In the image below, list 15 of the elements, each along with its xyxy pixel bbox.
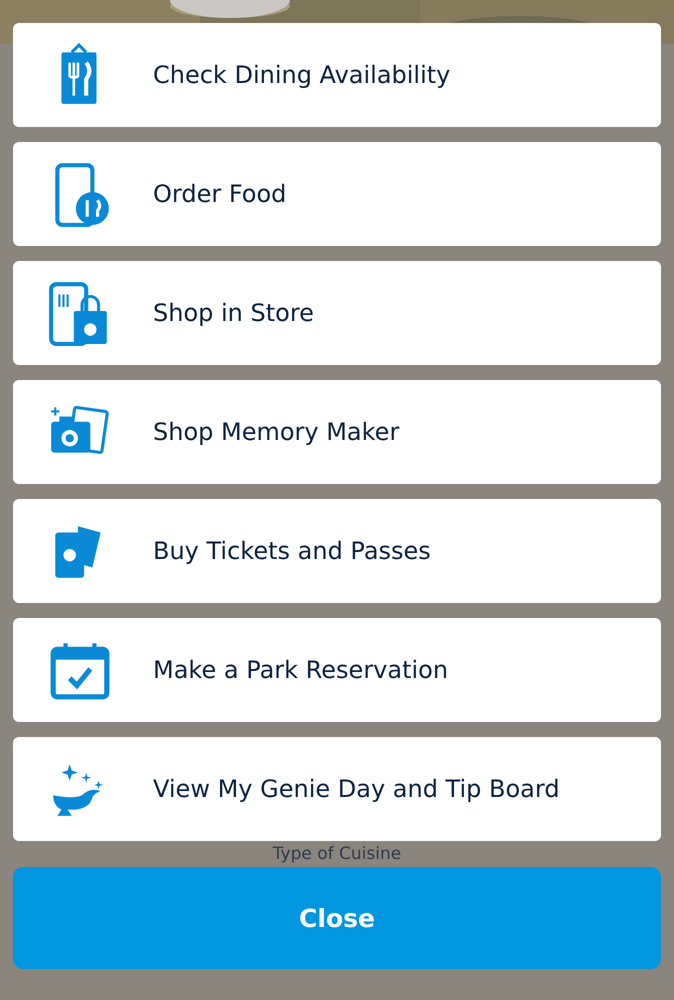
menu-item-label: Order Food <box>153 180 286 208</box>
menu-item-label: Shop in Store <box>153 299 314 327</box>
section-label: Type of Cuisine <box>272 844 402 864</box>
menu-item-label: Check Dining Availability <box>153 61 450 89</box>
menu-item[interactable]: Shop in Store <box>13 261 661 365</box>
menu-item[interactable]: Buy Tickets and Passes <box>13 499 661 603</box>
menu-item[interactable]: Order Food <box>13 142 661 246</box>
menu-item[interactable]: Make a Park Reservation <box>13 618 661 722</box>
menu-item-label: Make a Park Reservation <box>153 656 448 684</box>
menu-item-label: View My Genie Day and Tip Board <box>153 775 560 803</box>
menu-item[interactable]: Shop Memory Maker <box>13 380 661 484</box>
menu-item[interactable]: Check Dining Availability <box>13 23 661 127</box>
menu-item-label: Shop Memory Maker <box>153 418 400 446</box>
menu-item-label: Buy Tickets and Passes <box>153 537 431 565</box>
menu-item[interactable]: View My Genie Day and Tip Board <box>13 737 661 841</box>
